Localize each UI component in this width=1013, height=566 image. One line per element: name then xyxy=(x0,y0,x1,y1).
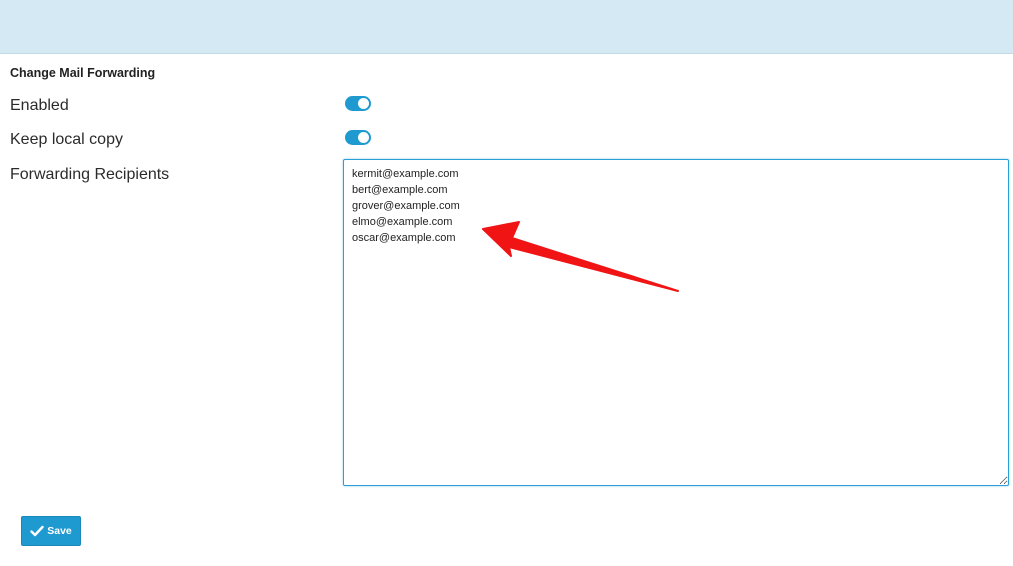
keep-local-copy-label: Keep local copy xyxy=(10,131,123,148)
save-button[interactable]: Save xyxy=(21,516,81,546)
checkmark-icon xyxy=(30,525,44,537)
enabled-label: Enabled xyxy=(10,97,69,114)
section-title: Change Mail Forwarding xyxy=(10,66,156,80)
toggle-knob xyxy=(358,98,369,109)
toggle-knob xyxy=(358,132,369,143)
forwarding-recipients-textarea[interactable]: kermit@example.com bert@example.com grov… xyxy=(343,159,1009,486)
save-button-label: Save xyxy=(47,525,72,537)
enabled-toggle[interactable] xyxy=(345,96,371,111)
keep-local-copy-toggle[interactable] xyxy=(345,130,371,145)
top-header-bar xyxy=(0,0,1013,54)
forwarding-recipients-label: Forwarding Recipients xyxy=(10,166,170,183)
